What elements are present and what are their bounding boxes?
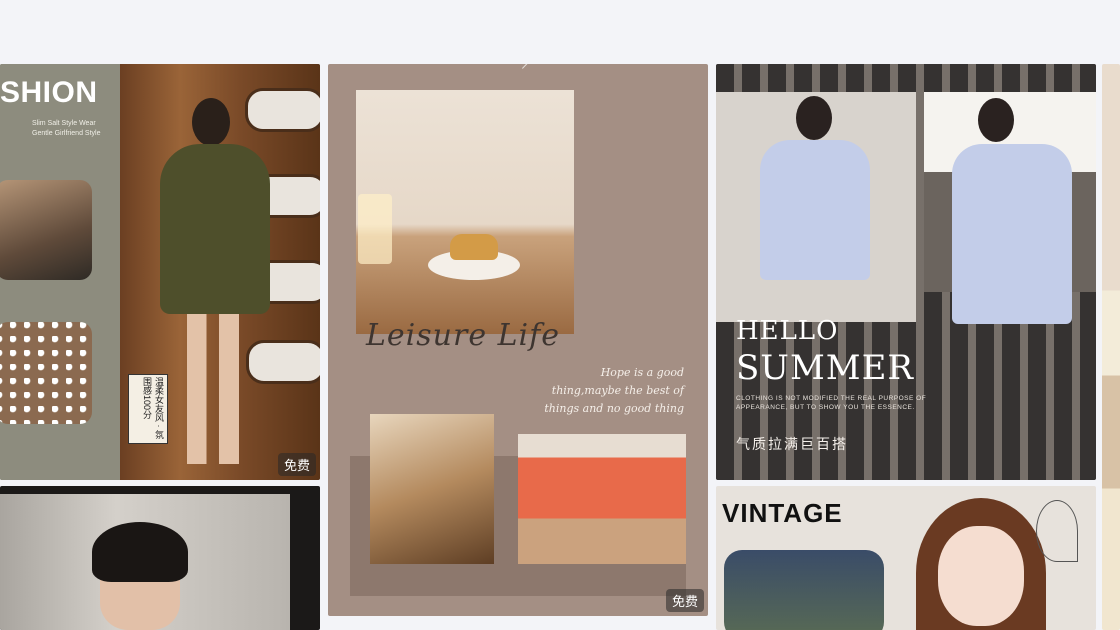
template-card-leisure-life[interactable]: Leisure Life Hope is a good thing,maybe … — [328, 64, 708, 616]
vertical-caption: 温柔女友风 · 氛围感100分 — [128, 374, 168, 444]
card-title-hello: HELLO — [736, 316, 839, 346]
card-quote: Hope is a good thing,maybe the best of t… — [544, 366, 684, 415]
flower-sketch-icon — [1036, 500, 1078, 562]
model-legs — [180, 314, 250, 464]
landscape-photo — [724, 550, 884, 630]
drinks-photo — [370, 414, 494, 564]
glass-drink — [358, 194, 392, 264]
free-badge: 免费 — [277, 453, 316, 476]
card-subtitle: Gentle Girlfriend Style — [32, 130, 101, 137]
template-card-fashion[interactable]: SHION Slim Salt Style Wear Gentle Girlfr… — [0, 64, 320, 480]
watermelon-photo — [518, 434, 686, 564]
top-bar — [0, 0, 1120, 64]
template-card-portrait[interactable] — [0, 486, 320, 630]
template-grid: SHION Slim Salt Style Wear Gentle Girlfr… — [0, 64, 1120, 630]
model-head — [978, 98, 1014, 142]
dessert — [450, 234, 498, 260]
thumbnail-photo — [0, 180, 92, 280]
template-card-hello-summer[interactable]: HELLO SUMMER CLOTHING IS NOT MODIFIED TH… — [716, 64, 1096, 480]
free-badge: 免费 — [665, 589, 704, 612]
card-headline: SHION — [0, 76, 98, 109]
card-title: Leisure Life — [366, 318, 560, 353]
man-hair — [92, 522, 188, 582]
card-title-summer: SUMMER — [736, 348, 914, 388]
thumbnail-photo — [0, 322, 92, 424]
template-card-vintage[interactable]: VINTAGE — [716, 486, 1096, 630]
model-dress — [160, 144, 270, 314]
template-card-partial[interactable] — [1102, 64, 1120, 630]
model-shirt-dress — [760, 140, 870, 280]
model-head — [796, 96, 832, 140]
card-small-text: CLOTHING IS NOT MODIFIED THE REAL PURPOS… — [736, 395, 927, 411]
model-shirt-dress — [952, 144, 1072, 324]
mirror — [245, 88, 320, 132]
card-chinese-caption: 气质拉满巨百搭 — [736, 436, 848, 452]
card-subtitle: Slim Salt Style Wear — [32, 120, 96, 127]
card-title: VINTAGE — [722, 498, 843, 528]
woman-face — [938, 526, 1024, 626]
mirror — [246, 340, 320, 384]
model-head — [192, 98, 230, 146]
